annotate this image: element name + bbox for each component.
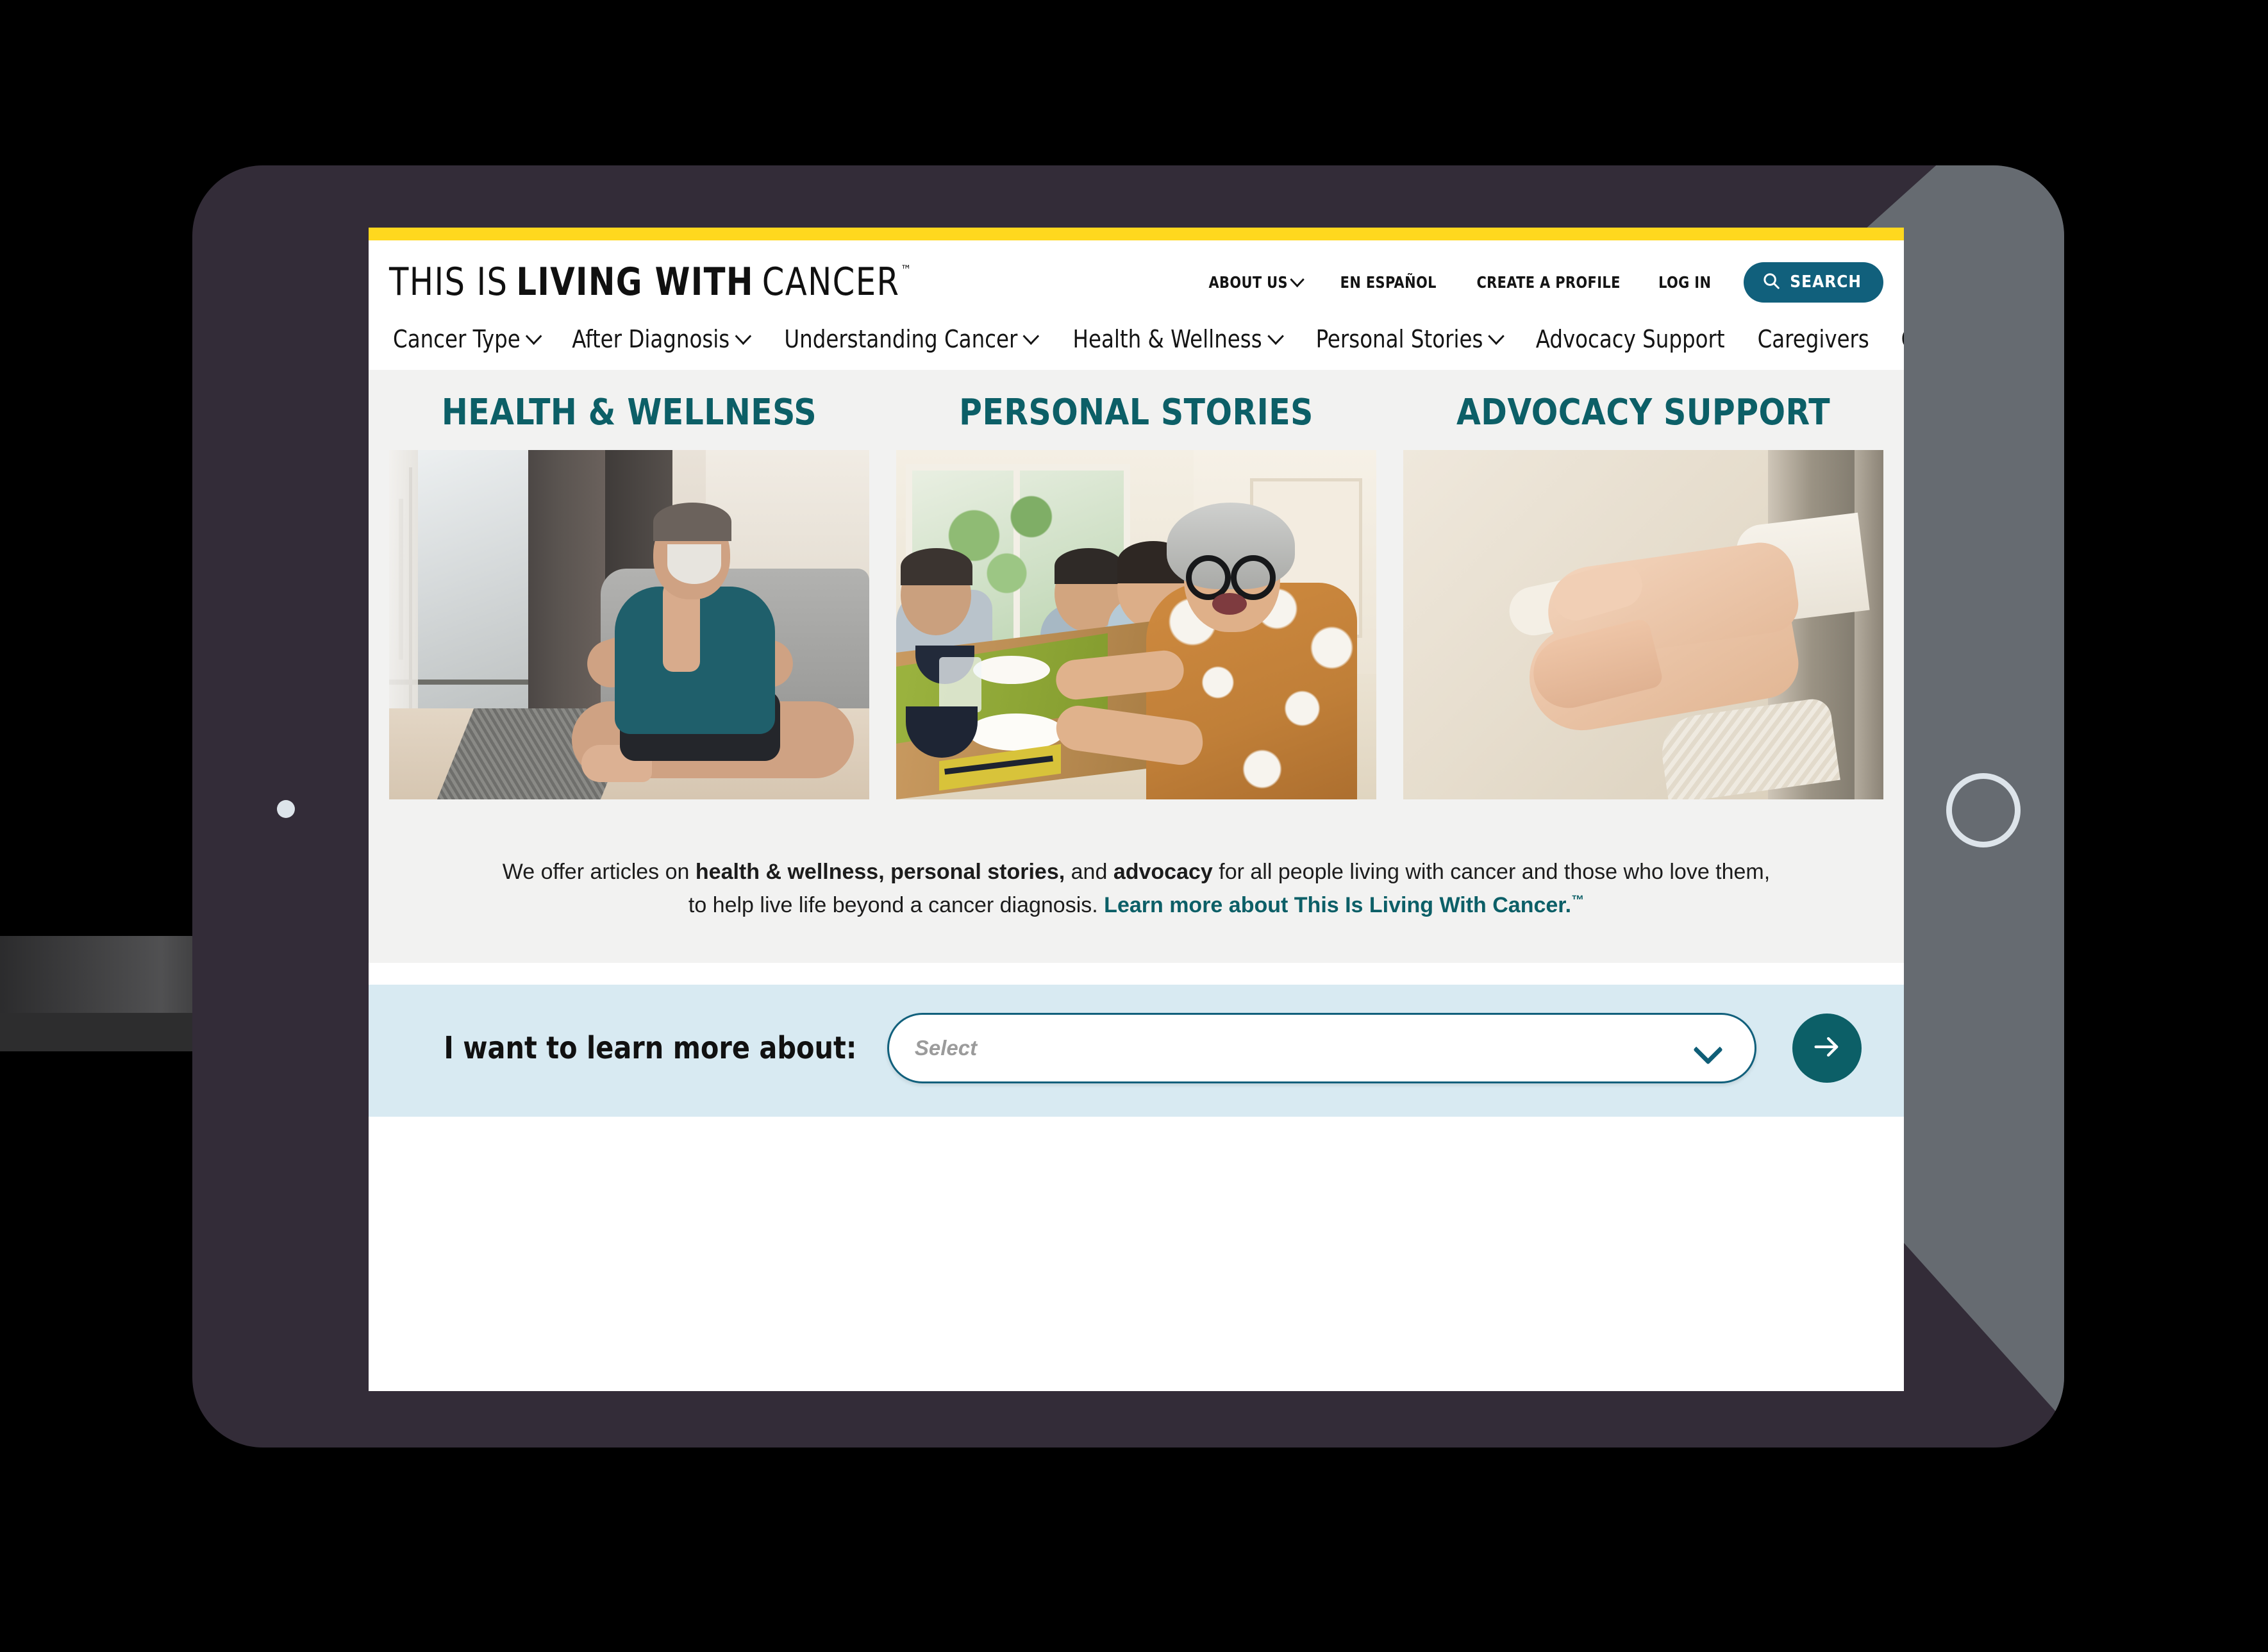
selector-label: I want to learn more about:: [444, 1030, 857, 1067]
nav-item-advocacy-support[interactable]: Advocacy Support: [1536, 325, 1725, 353]
nav-item-label: Health & Wellness: [1072, 325, 1262, 353]
nav-item-label: Advocacy Support: [1536, 325, 1725, 353]
nav-item-personal-stories[interactable]: Personal Stories: [1315, 325, 1505, 353]
utility-nav-item-about-us[interactable]: ABOUT US: [1208, 271, 1305, 292]
meditation-photo: [389, 450, 869, 799]
search-button-label: SEARCH: [1790, 272, 1862, 292]
category-card-grid: HEALTH & WELLNESS PERSONAL STORIES ADVOC…: [369, 392, 1904, 799]
submit-button[interactable]: [1792, 1014, 1862, 1083]
chevron-down-icon: [735, 327, 752, 345]
arrow-right-icon: [1810, 1030, 1844, 1067]
brand-accent-bar: [369, 228, 1904, 240]
utility-nav-label: EN ESPAÑOL: [1340, 272, 1437, 292]
nav-item-label: Cancer Type: [393, 325, 521, 353]
site-logo[interactable]: THIS IS LIVING WITH CANCER ™: [389, 260, 912, 305]
home-button[interactable]: [1946, 773, 2021, 847]
utility-nav: ABOUT US EN ESPAÑOL CREATE A PROFILE LOG…: [1205, 262, 1883, 303]
chevron-down-icon: [1693, 1035, 1723, 1065]
intro-text-1: We offer articles on: [502, 860, 696, 884]
topic-select[interactable]: Select: [887, 1013, 1756, 1084]
category-card-title: ADVOCACY SUPPORT: [1456, 392, 1831, 433]
nav-item-change-the-odds[interactable]: Change The Odds: [1901, 325, 1904, 353]
learn-more-selector-bar: I want to learn more about: Select: [369, 985, 1904, 1117]
category-card-personal-stories[interactable]: PERSONAL STORIES: [896, 392, 1376, 799]
learn-more-trademark: ™: [1571, 893, 1585, 908]
logo-trademark: ™: [901, 262, 913, 278]
family-dinner-photo: [896, 450, 1376, 799]
holding-hands-photo: [1403, 450, 1883, 799]
front-camera-icon: [277, 800, 295, 818]
nav-item-cancer-type[interactable]: Cancer Type: [393, 325, 542, 353]
nav-item-label: Change The Odds: [1901, 325, 1904, 353]
utility-nav-item-create-a-profile[interactable]: CREATE A PROFILE: [1476, 273, 1620, 292]
intro-text-2: and: [1065, 860, 1113, 884]
category-card-health-wellness[interactable]: HEALTH & WELLNESS: [389, 392, 869, 799]
utility-nav-label: CREATE A PROFILE: [1476, 272, 1621, 292]
category-card-title: PERSONAL STORIES: [959, 392, 1313, 433]
chevron-down-icon: [1267, 327, 1284, 345]
scene: THIS IS LIVING WITH CANCER ™ ABOUT US EN…: [0, 0, 2268, 1652]
topic-select-placeholder: Select: [914, 1036, 978, 1060]
utility-nav-item-log-in[interactable]: LOG IN: [1658, 273, 1711, 292]
nav-item-label: Personal Stories: [1315, 325, 1483, 353]
chevron-down-icon: [1022, 327, 1040, 345]
site-header: THIS IS LIVING WITH CANCER ™ ABOUT US EN…: [369, 240, 1904, 321]
learn-more-link-label: Learn more about This Is Living With Can…: [1104, 892, 1572, 917]
nav-item-label: Caregivers: [1757, 325, 1869, 353]
nav-item-label: After Diagnosis: [572, 325, 730, 353]
utility-nav-item-en-espanol[interactable]: EN ESPAÑOL: [1340, 273, 1437, 292]
nav-item-caregivers[interactable]: Caregivers: [1757, 325, 1869, 353]
main-nav: Cancer Type After Diagnosis Understandin…: [369, 321, 1904, 370]
search-icon: [1762, 271, 1781, 294]
intro-paragraph: We offer articles on health & wellness, …: [369, 821, 1904, 964]
nav-item-after-diagnosis[interactable]: After Diagnosis: [572, 325, 752, 353]
logo-part-3: CANCER: [762, 260, 900, 305]
search-button[interactable]: SEARCH: [1744, 262, 1883, 303]
category-card-advocacy-support[interactable]: ADVOCACY SUPPORT: [1403, 392, 1883, 799]
logo-part-2: LIVING WITH: [516, 260, 754, 305]
chevron-down-icon: [1488, 327, 1505, 345]
chevron-down-icon: [526, 327, 542, 345]
browser-viewport: THIS IS LIVING WITH CANCER ™ ABOUT US EN…: [369, 228, 1904, 1391]
category-card-title: HEALTH & WELLNESS: [441, 392, 817, 433]
nav-item-health-wellness[interactable]: Health & Wellness: [1072, 325, 1284, 353]
nav-item-label: Understanding Cancer: [784, 325, 1018, 353]
nav-item-understanding-cancer[interactable]: Understanding Cancer: [784, 325, 1040, 353]
utility-nav-label: LOG IN: [1658, 272, 1712, 292]
learn-more-link[interactable]: Learn more about This Is Living With Can…: [1104, 893, 1584, 917]
intro-bold-1: health & wellness, personal stories,: [695, 860, 1065, 884]
logo-part-1: THIS IS: [389, 260, 508, 305]
content-area: HEALTH & WELLNESS PERSONAL STORIES ADVOC…: [369, 370, 1904, 964]
utility-nav-label: ABOUT US: [1208, 272, 1288, 292]
intro-bold-2: advocacy: [1113, 860, 1213, 884]
chevron-down-icon: [1290, 271, 1305, 287]
